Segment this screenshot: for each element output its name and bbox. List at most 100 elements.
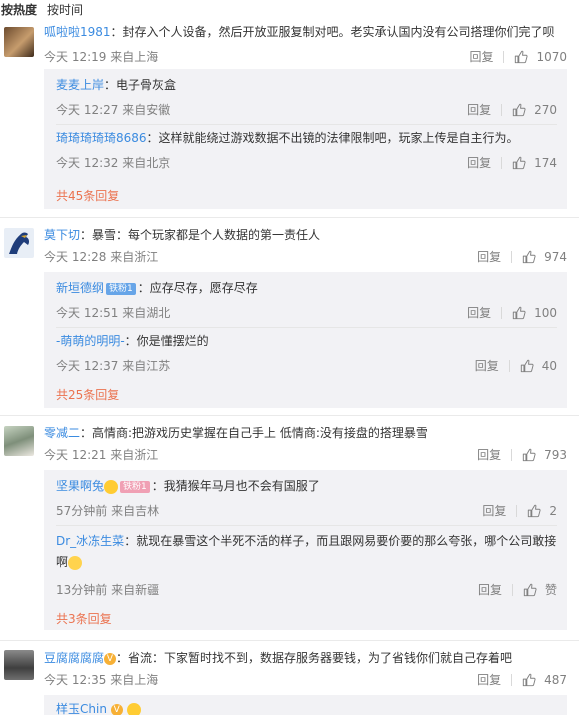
reply-location: 来自北京 [122, 156, 171, 170]
avatar[interactable] [4, 228, 34, 258]
avatar[interactable] [4, 27, 34, 57]
like-icon[interactable] [514, 50, 528, 64]
comment-time: 今天 12:35 [44, 673, 107, 687]
reply-text: Dr_冰冻生菜：就现在暴雪这个半死不活的样子，而且跟网易要价要的那么夸张，哪个公… [56, 531, 557, 573]
reply-button[interactable]: 回复 [482, 502, 506, 519]
reply-location: 来自江苏 [122, 359, 171, 373]
reply-username[interactable]: 新垣德纲 [56, 281, 104, 295]
reply-button[interactable]: 回复 [477, 671, 501, 688]
like-icon[interactable] [512, 306, 526, 320]
reply-button[interactable]: 回复 [475, 357, 499, 374]
comment-username[interactable]: 零减二 [44, 426, 80, 440]
reply-actions: 回复 100 [467, 304, 557, 321]
reply-box: 麦麦上岸：电子骨灰盒 今天 12:27 来自安徽 回复 270 琦琦琦琦琦868… [44, 69, 567, 209]
reply-button[interactable]: 回复 [467, 101, 491, 118]
reply-username[interactable]: 麦麦上岸 [56, 78, 104, 92]
reply-username[interactable]: 坚果啊兔 [56, 479, 104, 493]
like-label[interactable]: 赞 [545, 581, 557, 598]
reply-time: 今天 12:27 [56, 103, 119, 117]
sort-by-hot-tab[interactable]: 按热度 [1, 1, 37, 18]
comment-body: ：暴雪：每个玩家都是个人数据的第一责任人 [80, 228, 321, 242]
comment-username[interactable]: 豆腐腐腐腐 [44, 651, 104, 665]
comment-body: ：封存入个人设备，然后开放亚服复制对吧。老实承认国内没有公司搭理你们完了呗 [110, 25, 555, 39]
reply-location: 来自安徽 [122, 103, 171, 117]
reply-location: 来自新疆 [111, 583, 160, 597]
reply-time: 57分钟前 [56, 504, 108, 518]
like-count[interactable]: 1070 [536, 50, 567, 64]
reply-username[interactable]: 样玉Chin [56, 702, 107, 715]
avatar[interactable] [4, 426, 34, 456]
comment-item: 零减二：高情商:把游戏历史掌握在自己手上 低情商:没有接盘的搭理暴雪 今天 12… [0, 422, 579, 632]
like-icon[interactable] [523, 583, 537, 597]
like-icon[interactable] [522, 250, 536, 264]
divider [511, 673, 513, 686]
like-count[interactable]: 174 [534, 156, 557, 170]
reply-text: 琦琦琦琦琦8686：这样就能绕过游戏数据不出镜的法律限制吧，玩家上传是自主行为。 [56, 130, 557, 146]
reply-button[interactable]: 回复 [467, 154, 491, 171]
divider [508, 359, 510, 372]
horse-logo-icon [9, 232, 30, 254]
reply-text: 麦麦上岸：电子骨灰盒 [56, 77, 557, 93]
vip-badge-icon: V [104, 652, 117, 665]
like-count[interactable]: 2 [549, 504, 557, 518]
comment-username[interactable]: 莫下切 [44, 228, 80, 242]
comment-item: 豆腐腐腐腐 V ：省流：下家暂时找不到，数据存服务器要钱，为了省钱你们就自己存着吧 … [0, 647, 579, 715]
comment-meta: 今天 12:19 来自上海 [44, 48, 158, 65]
like-count[interactable]: 974 [544, 250, 567, 264]
comment-divider [0, 217, 579, 218]
comment-body: ：省流：下家暂时找不到，数据存服务器要钱，为了省钱你们就自己存着吧 [116, 651, 513, 665]
like-count[interactable]: 40 [542, 359, 557, 373]
reply-box: 新垣德纲 铁粉1 ：应存尽存，愿存尽存 今天 12:51 来自湖北 回复 100 -… [44, 272, 567, 408]
like-icon[interactable] [512, 103, 526, 117]
avatar[interactable] [4, 650, 34, 680]
more-replies-link[interactable]: 共3条回复 [56, 610, 112, 627]
comment-actions: 回复 974 [477, 248, 567, 265]
like-count[interactable]: 793 [544, 448, 567, 462]
comment-meta: 今天 12:21 来自浙江 [44, 446, 158, 463]
reply-text: -萌萌的明明-：你是懂摆烂的 [56, 333, 557, 349]
reply-meta: 今天 12:37 来自江苏 [56, 357, 170, 374]
reply-time: 今天 12:51 [56, 306, 119, 320]
reply-button[interactable]: 回复 [467, 304, 491, 321]
reply-button[interactable]: 回复 [477, 248, 501, 265]
reply-username[interactable]: 琦琦琦琦琦8686 [56, 131, 147, 145]
reply-button[interactable]: 回复 [478, 581, 502, 598]
reply-username[interactable]: Dr_冰冻生菜 [56, 534, 124, 548]
reply-time: 今天 12:32 [56, 156, 119, 170]
like-count[interactable]: 487 [544, 673, 567, 687]
reply-box: 样玉Chin V [44, 695, 567, 715]
like-icon[interactable] [522, 673, 536, 687]
sort-bar: 按热度 按时间 [0, 0, 579, 18]
comment-location: 来自浙江 [110, 448, 159, 462]
divider [511, 250, 513, 263]
reply-body: ：我猜猴年马月也不会有国服了 [151, 479, 320, 493]
reply-location: 来自湖北 [122, 306, 171, 320]
like-count[interactable]: 100 [534, 306, 557, 320]
like-icon[interactable] [520, 359, 534, 373]
reply-body: ：你是懂摆烂的 [124, 334, 209, 348]
reply-actions: 回复 174 [467, 154, 557, 171]
divider [501, 306, 503, 319]
like-icon[interactable] [522, 448, 536, 462]
reply-username[interactable]: -萌萌的明明- [56, 334, 125, 348]
reply-button[interactable]: 回复 [477, 446, 501, 463]
reply-text: 新垣德纲 铁粉1 ：应存尽存，愿存尽存 [56, 280, 557, 296]
divider [501, 156, 503, 169]
comment-text: 呱啦啦1981：封存入个人设备，然后开放亚服复制对吧。老实承认国内没有公司搭理你… [44, 24, 565, 40]
comment-actions: 回复 1070 [469, 48, 567, 65]
like-count[interactable]: 270 [534, 103, 557, 117]
sort-by-time-tab[interactable]: 按时间 [47, 1, 83, 18]
reply-divider [56, 124, 557, 125]
more-replies-link[interactable]: 共45条回复 [56, 187, 119, 204]
divider [503, 50, 505, 63]
reply-button[interactable]: 回复 [469, 48, 493, 65]
reply-text: 样玉Chin V [56, 701, 557, 715]
like-icon[interactable] [527, 504, 541, 518]
like-icon[interactable] [512, 156, 526, 170]
reply-meta: 57分钟前 来自吉林 [56, 502, 159, 519]
comment-text: 豆腐腐腐腐 V ：省流：下家暂时找不到，数据存服务器要钱，为了省钱你们就自己存着吧 [44, 650, 565, 666]
comment-username[interactable]: 呱啦啦1981 [44, 25, 111, 39]
reply-meta: 今天 12:32 来自北京 [56, 154, 170, 171]
more-replies-link[interactable]: 共25条回复 [56, 386, 119, 403]
vip-badge-icon: V [110, 703, 123, 715]
